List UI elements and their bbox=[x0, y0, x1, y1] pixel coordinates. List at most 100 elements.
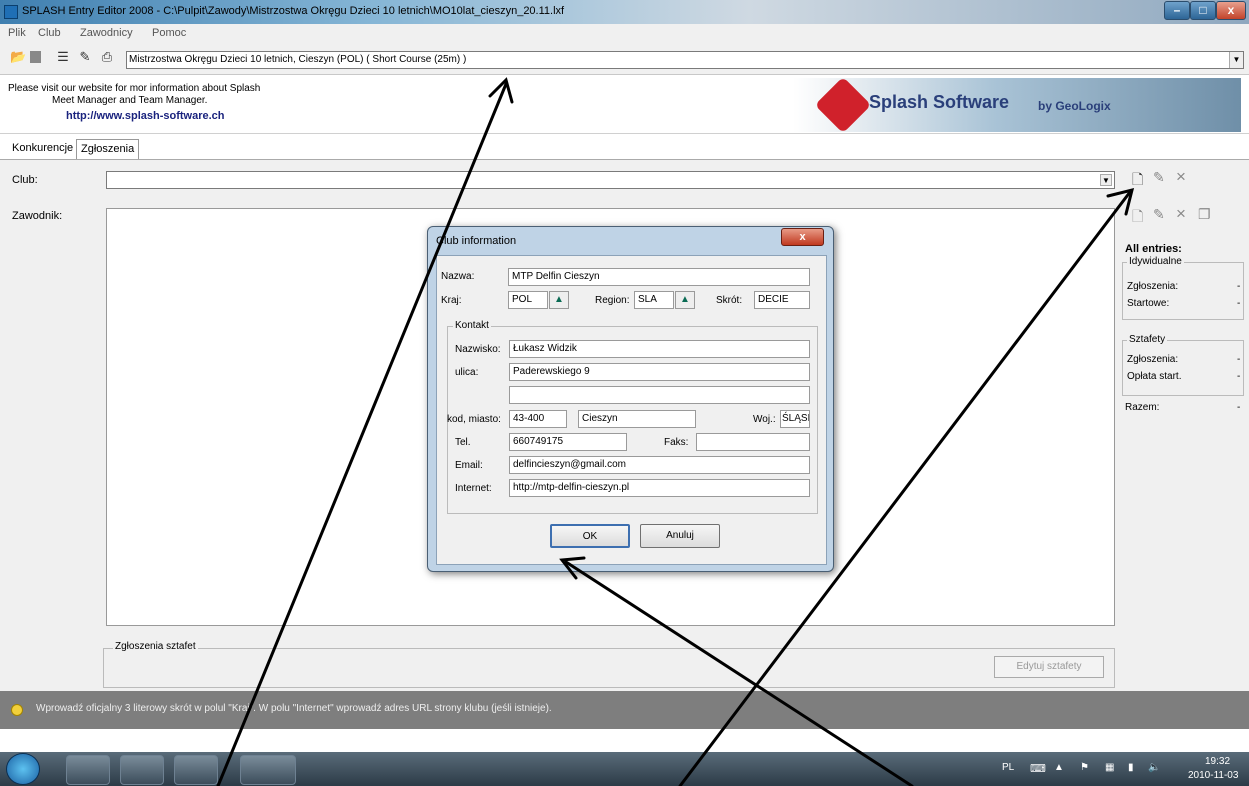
open-icon[interactable]: 📂 bbox=[10, 50, 26, 64]
info-text-line2: Meet Manager and Team Manager. bbox=[52, 95, 208, 106]
minimize-button[interactable]: – bbox=[1164, 1, 1190, 20]
lightbulb-icon bbox=[11, 704, 23, 716]
properties-icon[interactable]: ☰ bbox=[56, 50, 70, 64]
tools-icon[interactable]: ✎ bbox=[78, 50, 92, 64]
street-label: ulica: bbox=[455, 367, 479, 378]
action-center-icon[interactable]: ⚑ bbox=[1080, 762, 1089, 773]
zip-field[interactable]: 43-400 bbox=[509, 410, 567, 428]
rel-fee-label: Opłata start. bbox=[1127, 371, 1182, 382]
email-label: Email: bbox=[455, 460, 483, 471]
state-label: Woj.: bbox=[753, 414, 776, 425]
name-field[interactable]: MTP Delfin Cieszyn bbox=[508, 268, 810, 286]
new-swimmer-icon[interactable]: 🗋 bbox=[1132, 206, 1143, 230]
splash-taskbar-icon[interactable] bbox=[240, 755, 296, 785]
website-link[interactable]: http://www.splash-software.ch bbox=[66, 110, 225, 122]
clock-date[interactable]: 2010-11-03 bbox=[1188, 770, 1238, 781]
internet-label: Internet: bbox=[455, 483, 492, 494]
app-icon bbox=[4, 5, 18, 19]
start-button[interactable] bbox=[6, 753, 40, 785]
close-button[interactable]: x bbox=[1216, 1, 1246, 20]
window-title: SPLASH Entry Editor 2008 - C:\Pulpit\Zaw… bbox=[22, 5, 565, 17]
ind-starts-label: Startowe: bbox=[1127, 298, 1170, 309]
state-field[interactable]: ŚLĄSK bbox=[780, 410, 810, 428]
save-icon[interactable] bbox=[30, 51, 41, 63]
taskbar: PL ⌨ ▲ ⚑ ▦ ▮ 🔈 19:32 2010-11-03 bbox=[0, 752, 1249, 786]
zip-city-label: kod, miasto: bbox=[447, 414, 501, 425]
banner-by: by GeoLogix bbox=[1038, 99, 1111, 113]
clock-time[interactable]: 19:32 bbox=[1205, 756, 1230, 767]
splash-logo-icon bbox=[814, 76, 872, 134]
short-field[interactable]: DECIE bbox=[754, 291, 810, 309]
rel-entries-label: Zgłoszenia: bbox=[1127, 354, 1179, 365]
network-icon[interactable]: ▦ bbox=[1105, 762, 1114, 773]
relay-entries-title: Zgłoszenia sztafet bbox=[113, 641, 198, 652]
region-field[interactable]: SLA bbox=[634, 291, 674, 309]
short-label: Skrót: bbox=[716, 295, 743, 306]
city-field[interactable]: Cieszyn bbox=[578, 410, 696, 428]
tab-zgloszenia[interactable]: Zgłoszenia bbox=[76, 139, 140, 159]
signal-icon[interactable]: ▮ bbox=[1128, 762, 1134, 773]
cancel-button[interactable]: Anuluj bbox=[640, 524, 720, 548]
maximize-button[interactable]: □ bbox=[1190, 1, 1216, 20]
relay-entries-group bbox=[103, 648, 1115, 688]
chevron-down-icon[interactable]: ▼ bbox=[1100, 174, 1112, 186]
volume-icon[interactable]: 🔈 bbox=[1148, 762, 1160, 773]
chevron-down-icon[interactable]: ▼ bbox=[1229, 52, 1243, 68]
surname-label: Nazwisko: bbox=[455, 344, 501, 355]
banner-brand: Splash Software bbox=[869, 92, 1010, 112]
chrome-taskbar-icon[interactable] bbox=[174, 755, 218, 785]
status-text: Wprowadź oficjalny 3 literowy skrót w po… bbox=[36, 703, 552, 714]
rel-entries-value: - bbox=[1237, 354, 1241, 365]
relays-group bbox=[1122, 340, 1244, 396]
new-club-icon[interactable]: 🗋 bbox=[1132, 169, 1143, 193]
delete-club-icon[interactable]: × bbox=[1176, 167, 1186, 187]
region-lookup-icon[interactable]: ▲ bbox=[675, 291, 695, 309]
country-field[interactable]: POL bbox=[508, 291, 548, 309]
menu-zawodnicy[interactable]: Zawodnicy bbox=[80, 27, 133, 39]
meet-select[interactable]: Mistrzostwa Okręgu Dzieci 10 letnich, Ci… bbox=[126, 51, 1244, 69]
dialog-body: Nazwa: MTP Delfin Cieszyn Kraj: POL ▲ Re… bbox=[436, 255, 827, 565]
menu-club[interactable]: Club bbox=[38, 27, 61, 39]
summary-title: All entries: bbox=[1125, 243, 1182, 255]
total-label: Razem: bbox=[1125, 402, 1160, 413]
tel-label: Tel. bbox=[455, 437, 471, 448]
street2-field[interactable] bbox=[509, 386, 810, 404]
media-player-taskbar-icon[interactable] bbox=[120, 755, 164, 785]
contact-title: Kontakt bbox=[453, 320, 491, 331]
show-hidden-icons-icon[interactable]: ▲ bbox=[1054, 762, 1064, 773]
edit-swimmer-icon[interactable]: ✎ bbox=[1153, 206, 1165, 223]
menu-plik[interactable]: Plik bbox=[8, 27, 26, 39]
print-icon[interactable]: ⎙ bbox=[100, 50, 114, 64]
club-select[interactable]: ▼ bbox=[106, 171, 1115, 189]
menu-pomoc[interactable]: Pomoc bbox=[152, 27, 186, 39]
ok-button[interactable]: OK bbox=[550, 524, 630, 548]
dialog-close-button[interactable]: x bbox=[781, 228, 824, 246]
copy-swimmer-icon[interactable]: ❐ bbox=[1198, 206, 1211, 223]
tab-konkurencje[interactable]: Konkurencje bbox=[8, 139, 77, 159]
delete-swimmer-icon[interactable]: × bbox=[1176, 204, 1186, 224]
dialog-title: Club information bbox=[436, 235, 517, 247]
country-label: Kraj: bbox=[441, 295, 462, 306]
explorer-taskbar-icon[interactable] bbox=[66, 755, 110, 785]
internet-field[interactable]: http://mtp-delfin-cieszyn.pl bbox=[509, 479, 810, 497]
ind-starts-value: - bbox=[1237, 298, 1241, 309]
status-bar: Wprowadź oficjalny 3 literowy skrót w po… bbox=[0, 691, 1249, 729]
fax-field[interactable] bbox=[696, 433, 810, 451]
individual-title: Idywidualne bbox=[1127, 256, 1184, 267]
surname-field[interactable]: Łukasz Widzik bbox=[509, 340, 810, 358]
keyboard-icon[interactable]: ⌨ bbox=[1030, 762, 1046, 775]
street-field[interactable]: Paderewskiego 9 bbox=[509, 363, 810, 381]
country-lookup-icon[interactable]: ▲ bbox=[549, 291, 569, 309]
club-information-dialog: Club information x Nazwa: MTP Delfin Cie… bbox=[427, 226, 834, 572]
language-indicator[interactable]: PL bbox=[1002, 762, 1014, 773]
info-text-line1: Please visit our website for mor informa… bbox=[8, 83, 261, 94]
region-label: Region: bbox=[595, 295, 630, 306]
club-label: Club: bbox=[12, 174, 38, 186]
tel-field[interactable]: 660749175 bbox=[509, 433, 627, 451]
edit-club-icon[interactable]: ✎ bbox=[1153, 169, 1165, 186]
rel-fee-value: - bbox=[1237, 371, 1241, 382]
email-field[interactable]: delfincieszyn@gmail.com bbox=[509, 456, 810, 474]
edit-relays-button[interactable]: Edytuj sztafety bbox=[994, 656, 1104, 678]
name-label: Nazwa: bbox=[441, 271, 475, 282]
fax-label: Faks: bbox=[664, 437, 689, 448]
